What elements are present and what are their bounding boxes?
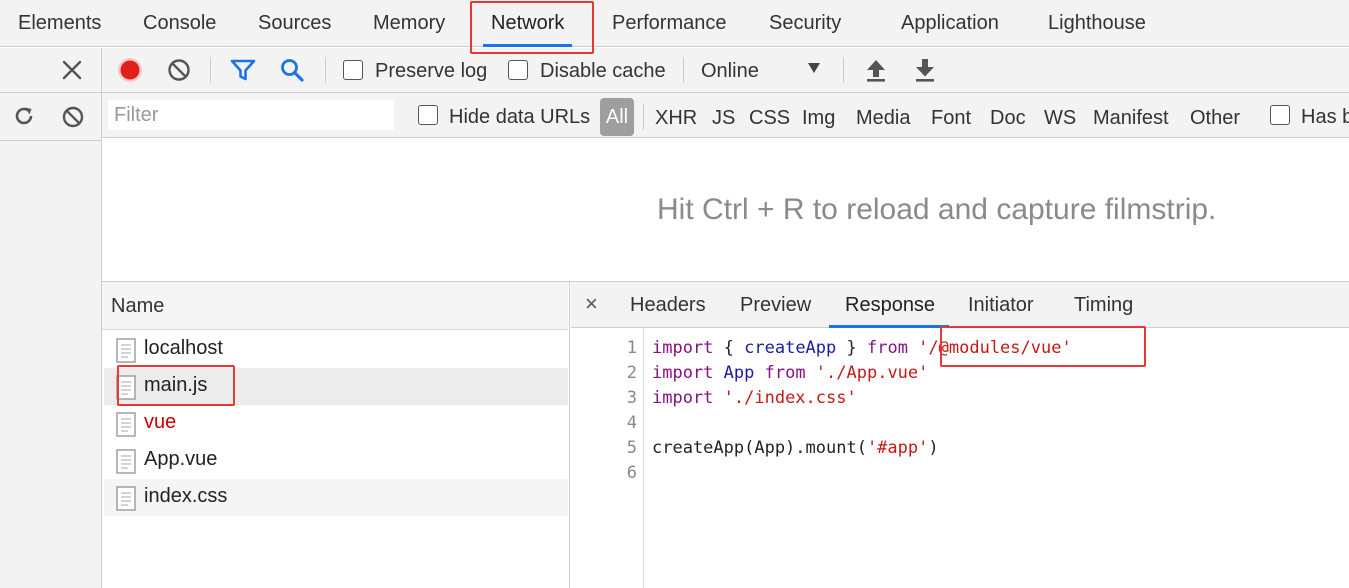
tab-timing[interactable]: Timing <box>1074 294 1133 317</box>
code-identifier: App <box>713 363 765 383</box>
close-detail-icon[interactable]: × <box>585 291 598 317</box>
tab-application[interactable]: Application <box>901 0 999 47</box>
document-icon <box>116 412 136 437</box>
request-row[interactable]: vue <box>104 405 568 442</box>
name-column-header[interactable]: Name <box>102 282 568 330</box>
type-filter-xhr[interactable]: XHR <box>655 106 697 130</box>
has-blocked-label: Has b <box>1301 106 1349 128</box>
tab-sources[interactable]: Sources <box>258 0 331 47</box>
tab-preview[interactable]: Preview <box>740 294 811 317</box>
filmstrip-message: Hit Ctrl + R to reload and capture films… <box>657 193 1217 226</box>
preserve-log-label: Preserve log <box>375 60 488 82</box>
type-filter-doc[interactable]: Doc <box>990 106 1026 130</box>
request-row[interactable]: index.css <box>104 479 568 516</box>
tab-headers[interactable]: Headers <box>630 294 706 317</box>
search-icon[interactable] <box>279 57 305 83</box>
annotation-box-main-js <box>117 365 235 406</box>
type-filter-font[interactable]: Font <box>931 106 971 130</box>
code-keyword: from <box>764 363 806 383</box>
line-number: 3 <box>626 388 637 408</box>
annotation-box-network-tab <box>470 1 594 54</box>
left-sidebar-strip <box>0 48 102 588</box>
request-row[interactable]: App.vue <box>104 442 568 479</box>
tab-initiator[interactable]: Initiator <box>968 294 1034 317</box>
line-number: 5 <box>626 438 637 458</box>
name-column-label: Name <box>111 295 165 317</box>
close-icon[interactable] <box>61 59 83 81</box>
code-call: createApp(App).mount( <box>652 438 867 458</box>
filter-input[interactable]: Filter <box>108 100 394 130</box>
code-keyword: import <box>652 388 714 408</box>
code-punct: } <box>836 338 867 358</box>
clear-block-icon[interactable] <box>61 105 85 129</box>
toolbar-divider <box>843 57 844 83</box>
line-number: 6 <box>626 463 637 483</box>
code-keyword: import <box>652 363 714 383</box>
code-keyword: import <box>652 338 714 358</box>
record-icon[interactable] <box>117 57 143 83</box>
type-filter-media[interactable]: Media <box>856 106 910 130</box>
toolbar-divider <box>325 57 326 83</box>
tab-response[interactable]: Response <box>845 294 935 317</box>
detail-tab-bar: × Headers Preview Response Initiator Tim… <box>571 282 1349 328</box>
code-string: './App.vue' <box>805 363 929 383</box>
disable-cache-checkbox[interactable] <box>508 60 528 80</box>
type-filter-img[interactable]: Img <box>802 106 835 130</box>
hide-data-urls-label: Hide data URLs <box>449 106 591 128</box>
document-icon <box>116 338 136 363</box>
tab-elements[interactable]: Elements <box>18 0 101 47</box>
request-name: index.css <box>144 485 228 507</box>
code-punct: { <box>713 338 745 358</box>
toolbar-divider <box>210 57 211 83</box>
document-icon <box>116 486 136 511</box>
line-number: 4 <box>626 413 637 433</box>
annotation-box-modules-path <box>940 326 1146 367</box>
code-punct: ) <box>928 438 939 458</box>
disable-cache-label: Disable cache <box>540 60 666 82</box>
preserve-log-checkbox[interactable] <box>343 60 363 80</box>
type-filter-other[interactable]: Other <box>1190 106 1240 130</box>
line-number: 1 <box>626 338 637 358</box>
request-row[interactable]: localhost <box>104 331 568 368</box>
code-line-3: import './index.css' <box>652 388 857 408</box>
reload-icon[interactable] <box>12 104 36 128</box>
devtools-tab-bar: Elements Console Sources Memory Network … <box>0 0 1349 47</box>
hide-data-urls-checkbox[interactable] <box>418 105 438 125</box>
type-filter-ws[interactable]: WS <box>1044 106 1076 130</box>
filter-icon[interactable] <box>230 58 256 82</box>
type-filter-js[interactable]: JS <box>712 106 735 130</box>
code-line-2: import App from './App.vue' <box>652 363 928 383</box>
tab-security[interactable]: Security <box>769 0 841 47</box>
has-blocked-checkbox[interactable] <box>1270 105 1290 125</box>
document-icon <box>116 449 136 474</box>
code-identifier: createApp <box>744 338 837 358</box>
line-number: 2 <box>626 363 637 383</box>
export-har-icon[interactable] <box>913 57 937 83</box>
tab-lighthouse[interactable]: Lighthouse <box>1048 0 1146 47</box>
throttling-select[interactable]: Online <box>701 59 759 83</box>
import-har-icon[interactable] <box>864 57 888 83</box>
code-line-5: createApp(App).mount('#app') <box>652 438 939 458</box>
request-name: localhost <box>144 337 223 359</box>
toolbar-divider <box>683 57 684 83</box>
tab-memory[interactable]: Memory <box>373 0 445 47</box>
type-filter-all[interactable]: All <box>600 98 634 136</box>
tab-console[interactable]: Console <box>143 0 216 47</box>
chevron-down-icon[interactable] <box>807 62 821 74</box>
type-filter-manifest[interactable]: Manifest <box>1093 106 1169 130</box>
request-name: App.vue <box>144 448 218 470</box>
tab-performance[interactable]: Performance <box>612 0 727 47</box>
code-string: '#app' <box>866 438 929 458</box>
clear-icon[interactable] <box>167 58 191 82</box>
code-keyword: from <box>866 338 908 358</box>
request-name-error: vue <box>144 411 177 433</box>
type-filter-css[interactable]: CSS <box>749 106 790 130</box>
code-string: './index.css' <box>713 388 857 408</box>
left-strip-row-1 <box>0 48 102 93</box>
filter-divider <box>643 104 644 130</box>
